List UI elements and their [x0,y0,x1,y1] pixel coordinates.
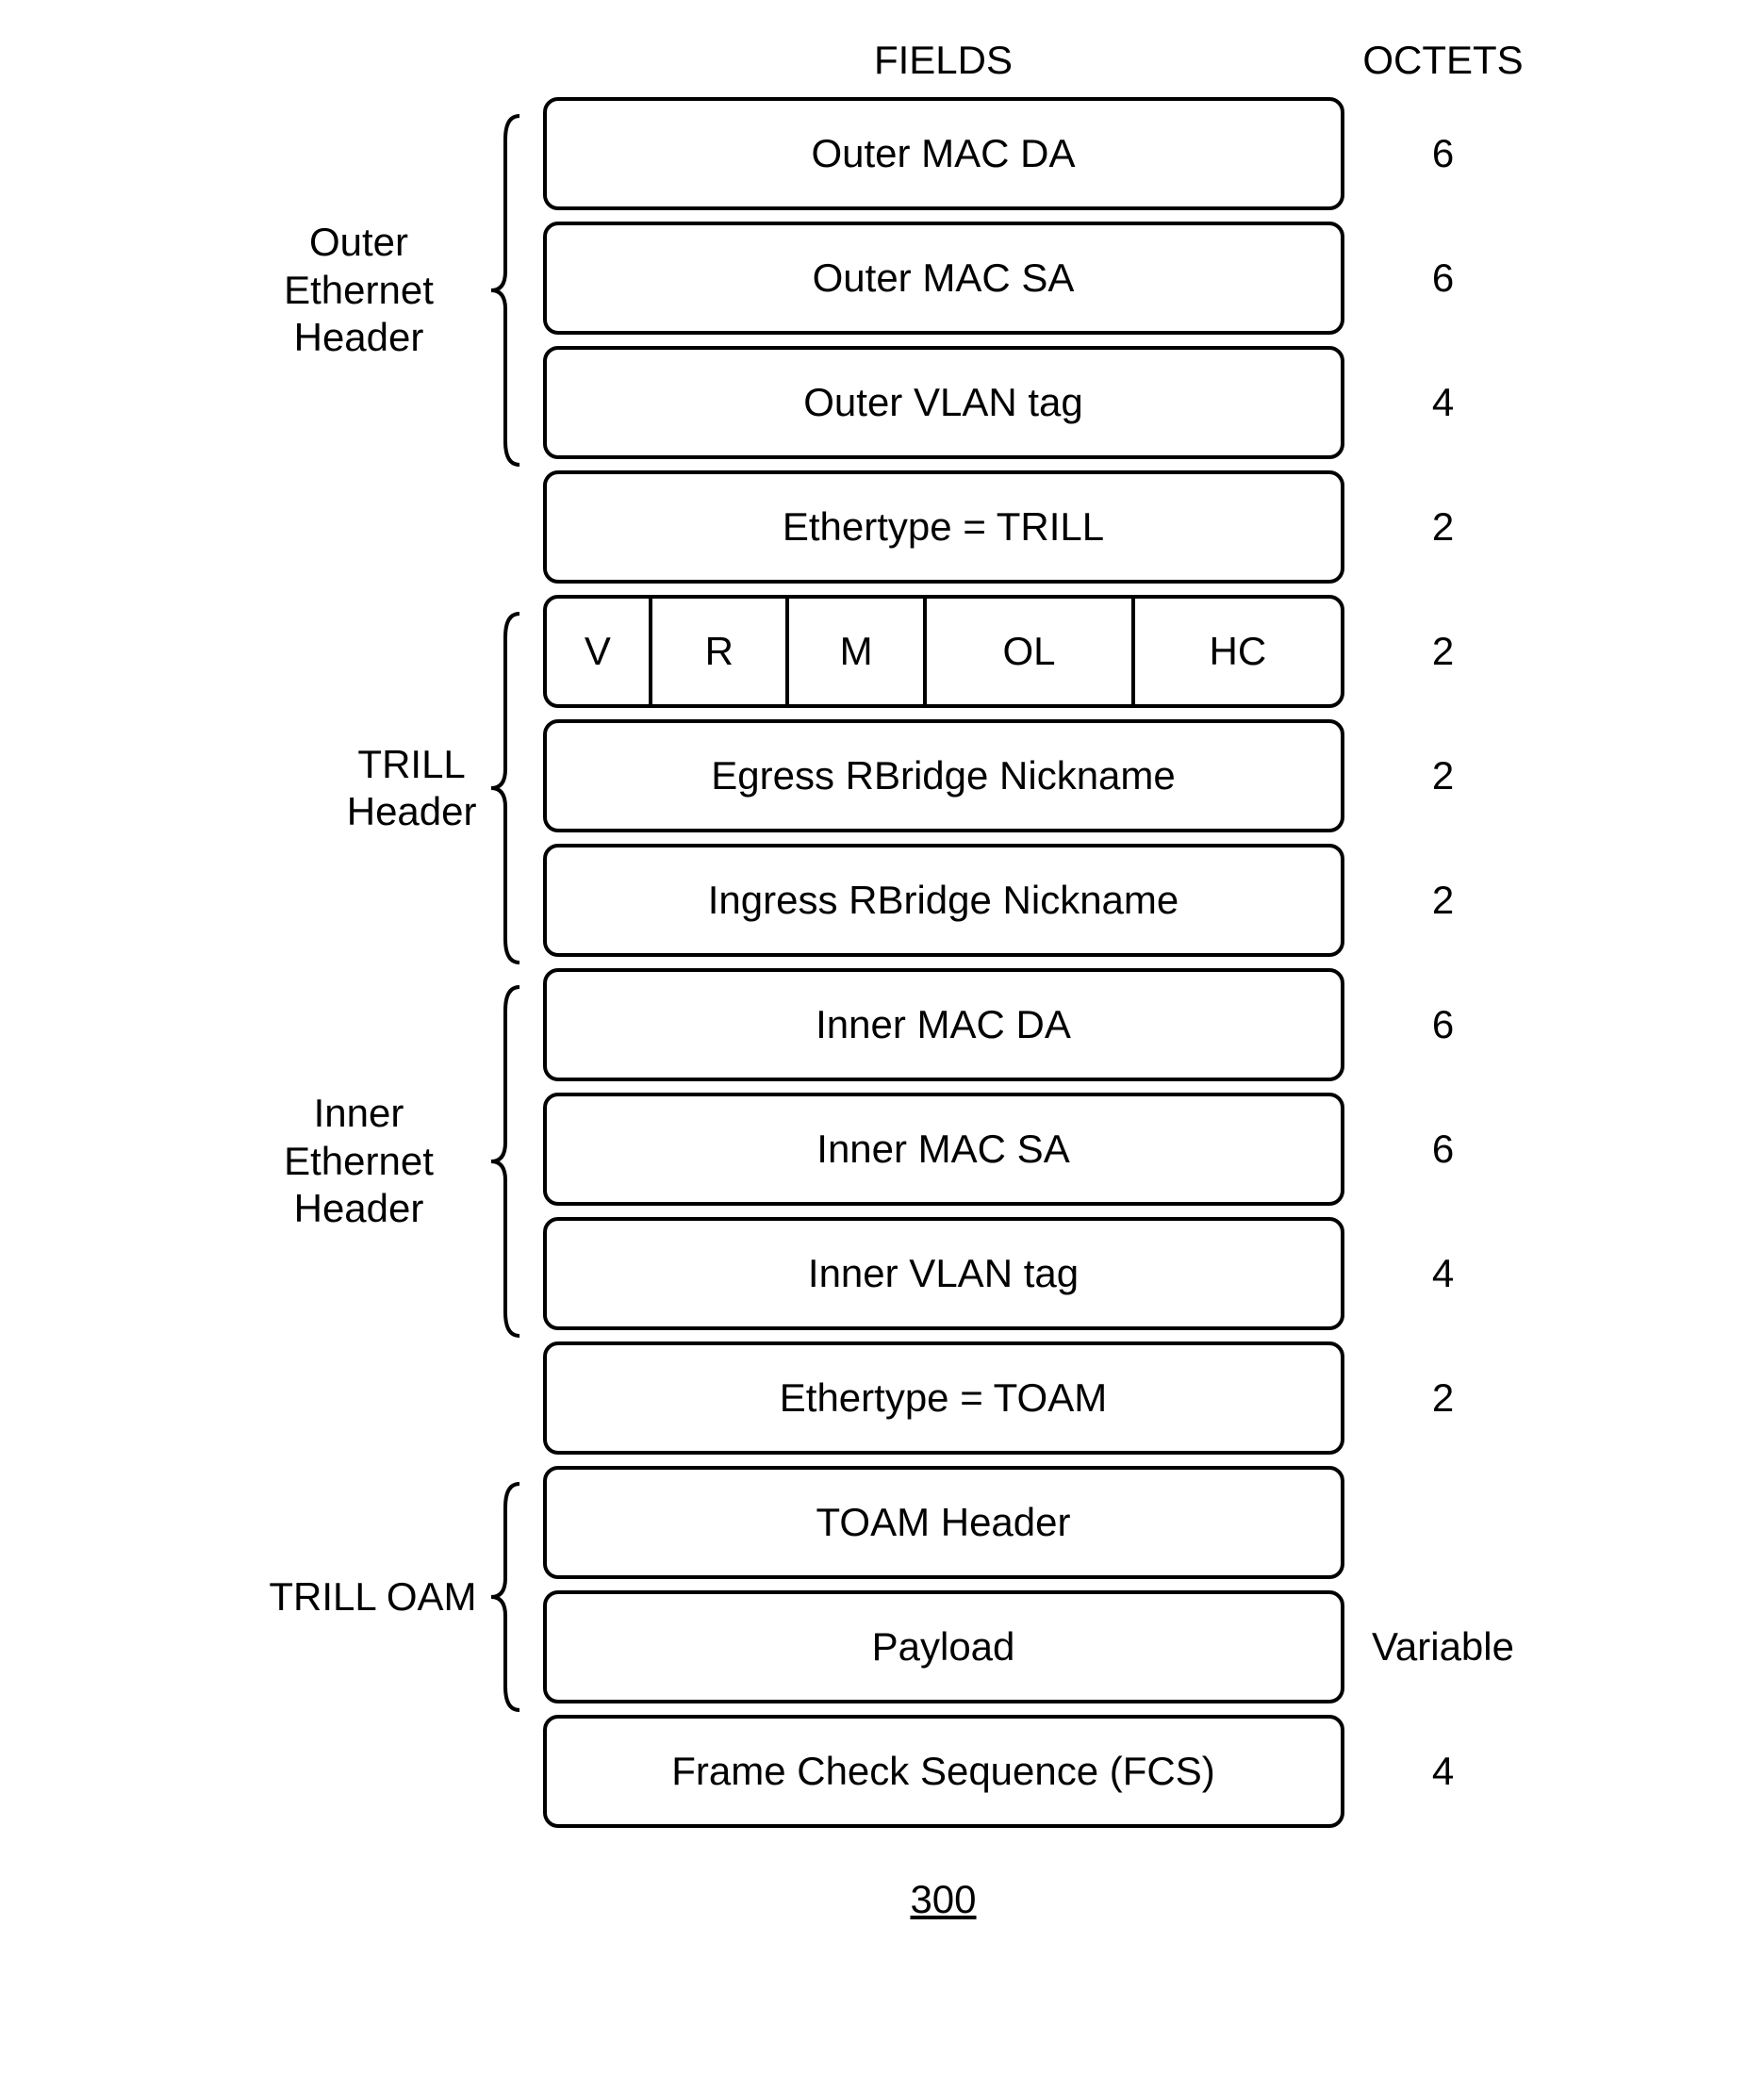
octet-value: 2 [1432,844,1454,957]
field-inner-mac-da: Inner MAC DA [543,968,1344,1081]
field-ethertype-toam: Ethertype = TOAM [543,1341,1344,1455]
trill-oam-label: TRILL OAM [269,1573,476,1621]
field-ingress-rbridge: Ingress RBridge Nickname [543,844,1344,957]
field-v: V [547,599,653,704]
octet-value: 6 [1432,97,1454,210]
field-trill-bits: V R M OL HC [543,595,1344,708]
field-outer-mac-da: Outer MAC DA [543,97,1344,210]
octets-header: OCTETS [1362,38,1523,83]
fields-header: FIELDS [874,38,1013,83]
octet-value: 6 [1432,1093,1454,1206]
brace-icon [486,1479,524,1715]
field-hc: HC [1135,599,1340,704]
fields-column: FIELDS Outer MAC DA Outer MAC SA Outer V… [543,38,1344,1922]
figure-number: 300 [910,1877,976,1922]
octet-value: 4 [1432,1715,1454,1828]
field-fcs: Frame Check Sequence (FCS) [543,1715,1344,1828]
octet-value: Variable [1372,1590,1514,1703]
octet-value: 2 [1432,1341,1454,1455]
outer-ethernet-label: Outer Ethernet Header [241,219,477,361]
trill-header-label-group: TRILL Header [241,601,524,975]
field-egress-rbridge: Egress RBridge Nickname [543,719,1344,832]
field-ol: OL [927,599,1135,704]
octet-value: 6 [1432,968,1454,1081]
trill-header-label: TRILL Header [347,741,477,836]
trill-oam-label-group: TRILL OAM [241,1473,524,1721]
group-labels-column: Outer Ethernet Header TRILL Header Inner… [241,38,524,1721]
octet-value: 2 [1432,470,1454,584]
octet-value: 2 [1432,719,1454,832]
field-outer-vlan-tag: Outer VLAN tag [543,346,1344,459]
field-r: R [652,599,789,704]
field-inner-mac-sa: Inner MAC SA [543,1093,1344,1206]
octet-value: 6 [1432,222,1454,335]
octets-column: OCTETS 6 6 4 2 2 2 2 6 6 4 2 Variable 4 [1363,38,1524,1839]
field-inner-vlan-tag: Inner VLAN tag [543,1217,1344,1330]
field-ethertype-trill: Ethertype = TRILL [543,470,1344,584]
inner-ethernet-label: Inner Ethernet Header [241,1090,477,1232]
octet-value: 4 [1432,346,1454,459]
field-payload: Payload [543,1590,1344,1703]
brace-icon [486,982,524,1341]
brace-icon [486,609,524,967]
octet-value: 4 [1432,1217,1454,1330]
field-m: M [789,599,926,704]
octet-value: 2 [1432,595,1454,708]
brace-icon [486,111,524,469]
field-outer-mac-sa: Outer MAC SA [543,222,1344,335]
outer-ethernet-label-group: Outer Ethernet Header [241,104,524,477]
field-toam-header: TOAM Header [543,1466,1344,1579]
inner-ethernet-label-group: Inner Ethernet Header [241,975,524,1348]
